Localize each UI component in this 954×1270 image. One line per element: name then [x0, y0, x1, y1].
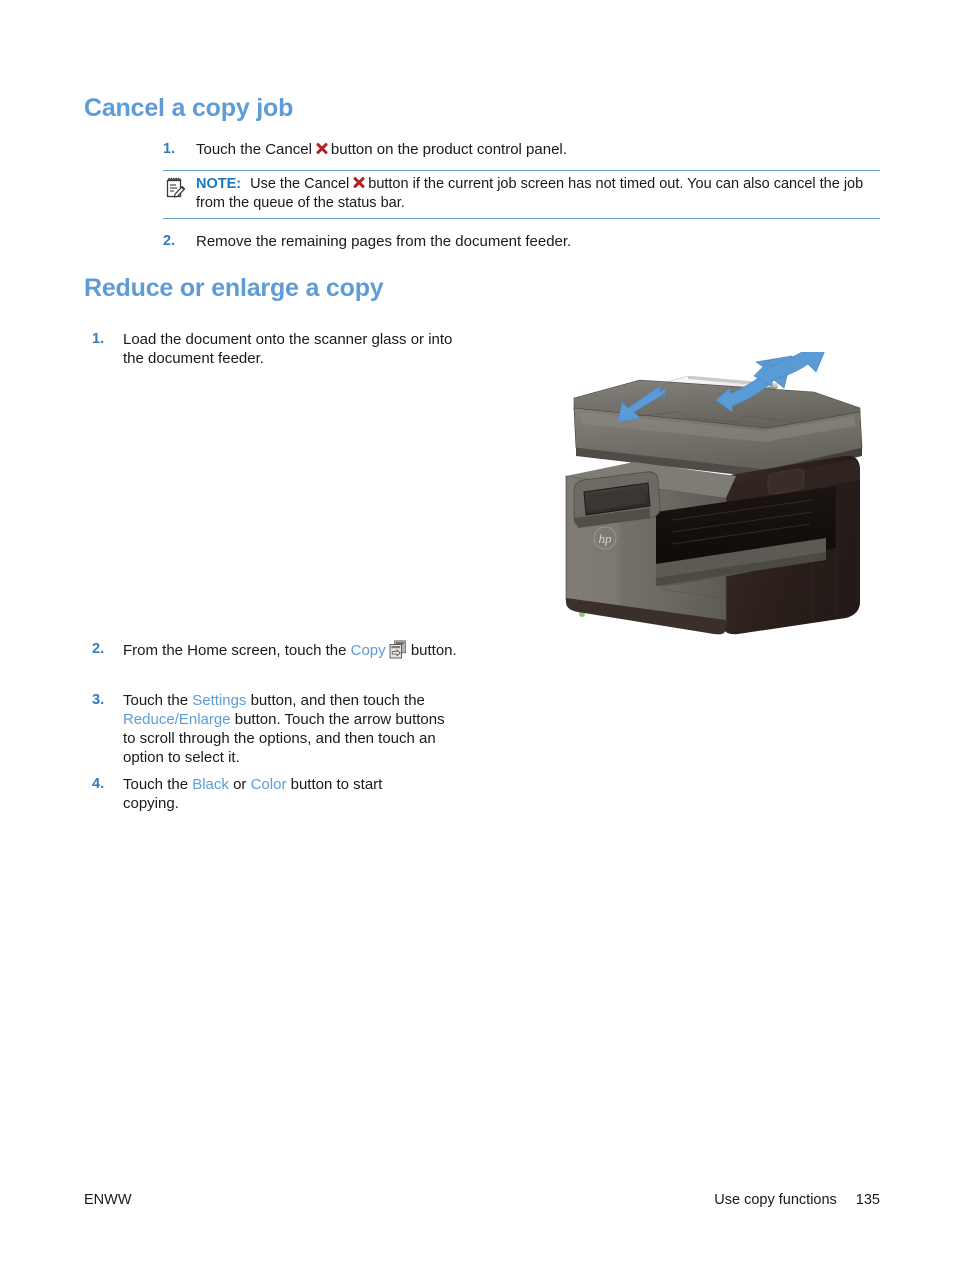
step-number: 2. — [92, 641, 105, 657]
heading-cancel-a-copy-job: Cancel a copy job — [84, 94, 294, 122]
step-number: 4. — [92, 776, 105, 792]
copy-button-icon — [389, 640, 407, 659]
hp-multifunction-printer-illustration: hp — [560, 345, 890, 642]
step-text-after: button. — [410, 642, 457, 659]
ui-term-black: Black — [192, 776, 229, 793]
ui-term-reduce-enlarge: Reduce/Enlarge — [123, 711, 231, 728]
step-number: 2. — [163, 233, 176, 249]
cancel-x-icon — [315, 142, 328, 155]
note-admonition: NOTE: Use the Cancel button if the current… — [163, 170, 880, 219]
footer-right: Use copy functions 135 — [714, 1192, 880, 1208]
note-content: NOTE: Use the Cancel button if the current… — [163, 175, 880, 213]
ui-term-settings: Settings — [192, 692, 247, 709]
step-text-before: From the Home screen, touch the — [123, 642, 347, 659]
step-cancel-2: 2. Remove the remaining pages from the d… — [163, 232, 883, 251]
step-text-1: Touch the — [123, 692, 189, 709]
step-text-2: or — [233, 776, 247, 793]
step-text-2: button, and then touch the — [250, 692, 425, 709]
note-text-before: Use the Cancel — [250, 176, 350, 192]
step-cancel-1: 1. Touch the Cancel button on the product… — [163, 140, 883, 159]
step-number: 3. — [92, 692, 105, 708]
step-reduce-1: 1. Load the document onto the scanner gl… — [92, 330, 472, 368]
step-text: Touch the Cancel button on the product co… — [196, 140, 567, 159]
step-text: Touch the Settings button, and then touc… — [123, 691, 457, 767]
step-text: Remove the remaining pages from the docu… — [196, 233, 572, 250]
footer-section-title: Use copy functions — [714, 1192, 837, 1208]
note-label: NOTE: — [196, 176, 242, 192]
note-rule-bottom — [163, 218, 880, 219]
step-reduce-3: 3. Touch the Settings button, and then t… — [92, 691, 457, 767]
step-reduce-2: 2. From the Home screen, touch the Copy … — [92, 640, 462, 660]
step-text-1: Touch the — [123, 776, 189, 793]
note-rule-top — [163, 170, 880, 171]
step-number: 1. — [92, 331, 105, 347]
ui-term-color: Color — [250, 776, 287, 793]
note-pencil-icon — [166, 177, 186, 198]
step-text: From the Home screen, touch the Copy but… — [123, 640, 457, 660]
step-number: 1. — [163, 141, 176, 157]
step-reduce-4: 4. Touch the Black or Color button to st… — [92, 775, 442, 813]
svg-text:hp: hp — [599, 531, 613, 546]
footer-locale-code: ENWW — [84, 1192, 132, 1208]
document-page: Cancel a copy job 1. Touch the Cancel but… — [0, 0, 954, 1270]
step-text-after: button on the product control panel. — [330, 141, 567, 158]
heading-reduce-or-enlarge-a-copy: Reduce or enlarge a copy — [84, 274, 384, 302]
step-text-before: Touch the Cancel — [196, 141, 312, 158]
page-number: 135 — [855, 1192, 880, 1208]
cancel-x-icon — [352, 176, 365, 189]
step-text: Load the document onto the scanner glass… — [123, 331, 453, 367]
ui-term-copy: Copy — [350, 642, 386, 659]
step-text: Touch the Black or Color button to start… — [123, 775, 442, 813]
